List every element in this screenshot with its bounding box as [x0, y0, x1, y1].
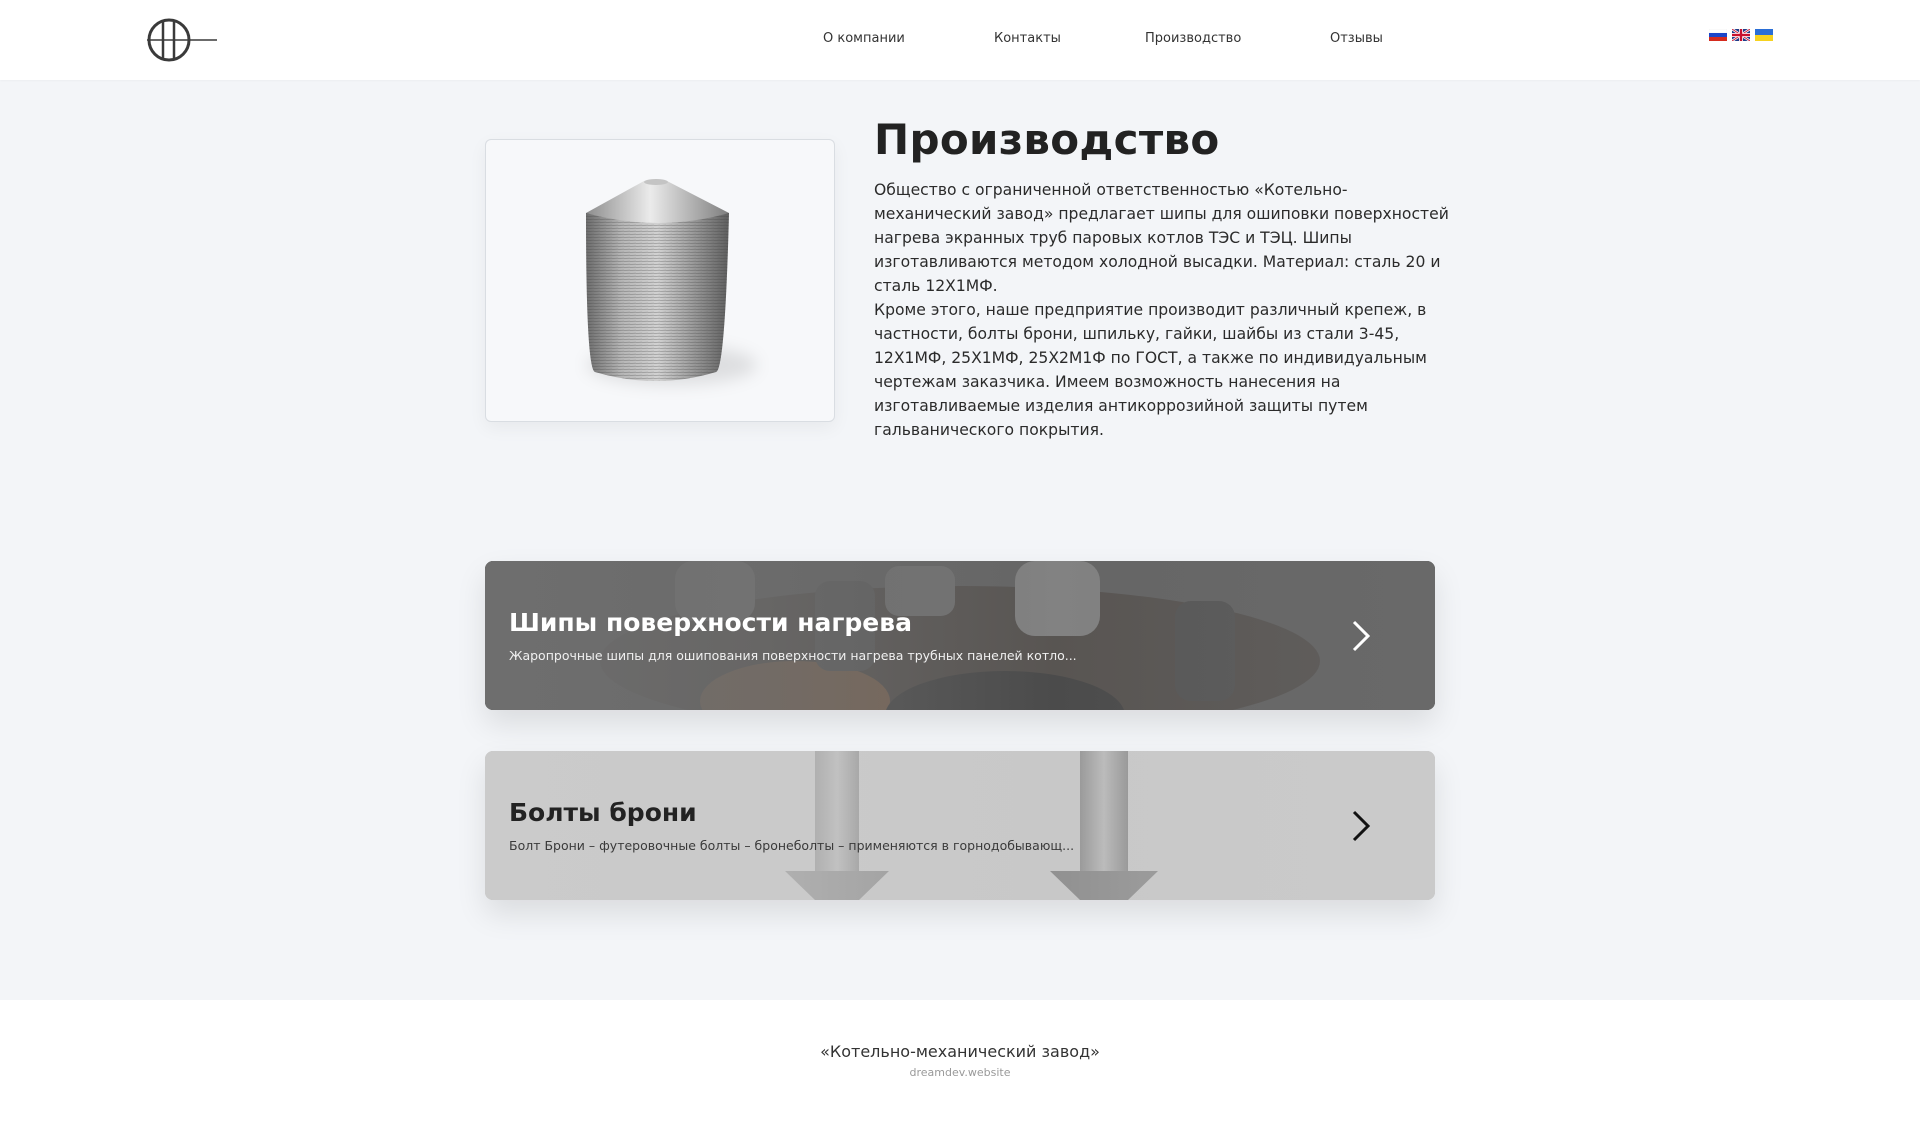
uk-flag-icon[interactable]	[1732, 29, 1750, 41]
page-title: Производство	[874, 115, 1220, 164]
company-logo[interactable]	[145, 15, 220, 65]
language-switcher	[1709, 29, 1773, 41]
site-footer: «Котельно-механический завод» dreamdev.w…	[0, 1000, 1920, 1121]
card-subtitle: Болт Брони – футеровочные болты – бронеб…	[509, 838, 1075, 853]
card-armor-bolts[interactable]: Болты брони Болт Брони – футеровочные бо…	[485, 751, 1435, 900]
chevron-right-icon[interactable]	[1350, 809, 1372, 843]
description-paragraph: Кроме этого, наше предприятие производит…	[874, 301, 1427, 439]
description-paragraph: Общество с ограниченной ответственностью…	[874, 181, 1449, 295]
nav-production[interactable]: Производство	[1145, 31, 1241, 46]
chevron-right-icon[interactable]	[1350, 619, 1372, 653]
site-header: О компании Контакты Производство Отзывы	[0, 0, 1920, 80]
heating-stud-image	[586, 179, 729, 381]
footer-developer-link[interactable]: dreamdev.website	[0, 1066, 1920, 1079]
card-title: Болты брони	[509, 798, 697, 827]
footer-company-name: «Котельно-механический завод»	[820, 1042, 1100, 1061]
nav-about[interactable]: О компании	[823, 31, 905, 46]
ua-flag-icon[interactable]	[1755, 29, 1773, 41]
nav-reviews[interactable]: Отзывы	[1330, 31, 1383, 46]
card-heating-studs[interactable]: Шипы поверхности нагрева Жаропрочные шип…	[485, 561, 1435, 710]
card-subtitle: Жаропрочные шипы для ошипования поверхно…	[509, 648, 1077, 663]
production-description: Общество с ограниченной ответственностью…	[874, 178, 1454, 442]
ru-flag-icon[interactable]	[1709, 29, 1727, 41]
nav-contacts[interactable]: Контакты	[994, 31, 1061, 46]
card-title: Шипы поверхности нагрева	[509, 608, 912, 637]
product-image-frame	[485, 139, 835, 422]
